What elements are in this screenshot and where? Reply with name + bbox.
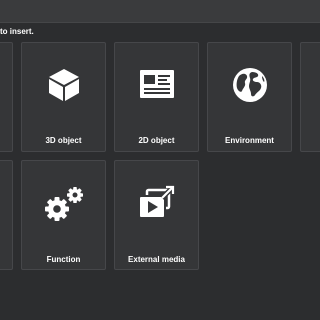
tile-partial-right-row1[interactable] [300, 42, 320, 152]
tile-partial-left-row2[interactable] [0, 160, 13, 270]
insert-panel: to insert. 3D object 2D object Environme… [0, 0, 320, 320]
tile-label: 2D object [138, 136, 175, 145]
tile-partial-left-row1[interactable] [0, 42, 13, 152]
tile-3d-object[interactable]: 3D object [21, 42, 106, 152]
top-bar [0, 0, 320, 23]
tile-2d-object[interactable]: 2D object [114, 42, 199, 152]
tile-external-media[interactable]: External media [114, 160, 199, 270]
tile-function[interactable]: Function [21, 160, 106, 270]
tile-label: Environment [225, 136, 274, 145]
globe-icon [232, 68, 267, 102]
browser-window-icon [139, 70, 174, 98]
cube-icon [48, 69, 79, 101]
tile-label: 3D object [45, 136, 82, 145]
tile-label: External media [128, 255, 185, 264]
external-media-icon [137, 185, 175, 219]
tile-label: Function [46, 255, 81, 264]
tile-environment[interactable]: Environment [207, 42, 292, 152]
gears-icon [44, 187, 83, 221]
instruction-text: to insert. [0, 27, 34, 36]
